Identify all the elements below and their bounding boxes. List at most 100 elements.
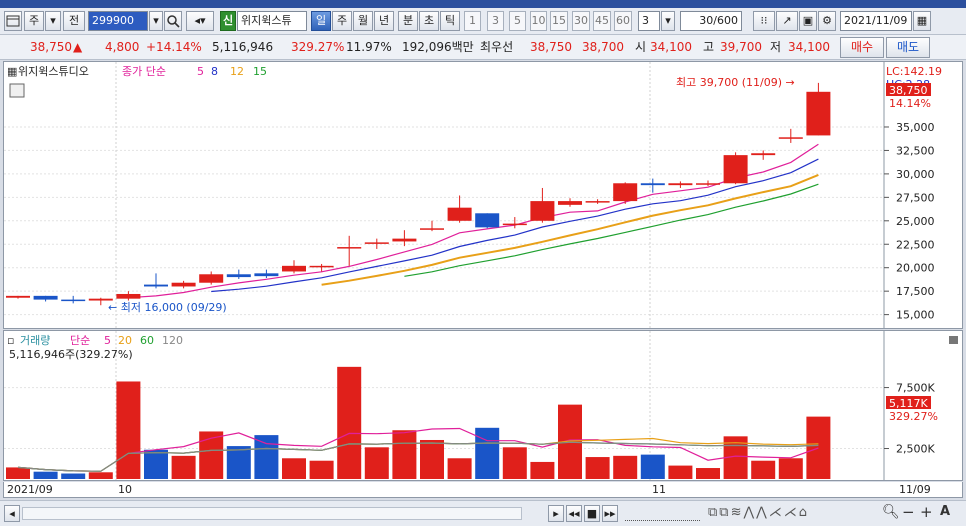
prev-button[interactable]: 전 — [63, 11, 85, 31]
ma-15-line — [404, 183, 819, 277]
vol-ma-120-label: 120 — [162, 334, 183, 347]
gear-icon[interactable]: ⚙ — [818, 11, 836, 31]
candle-body — [171, 282, 196, 287]
view-count: 30 — [699, 14, 714, 27]
x-label-11-09: 11/09 — [899, 483, 931, 496]
interval-30[interactable]: 30 — [572, 11, 590, 31]
sell-button[interactable]: 매도 — [886, 37, 930, 58]
interval-1[interactable]: 1 — [464, 11, 481, 31]
date-field[interactable]: 2021/11/09 — [840, 11, 912, 31]
count-select[interactable]: 3 — [638, 11, 660, 31]
volume-bar — [530, 461, 555, 479]
view-count-field[interactable]: 30/600 — [680, 11, 742, 31]
save-icon[interactable]: ▣ — [799, 11, 817, 31]
interval-5[interactable]: 5 — [509, 11, 526, 31]
speed-slider[interactable] — [625, 507, 700, 521]
period-tab-tick[interactable]: 틱 — [440, 11, 460, 31]
price-tick-label: 30,000 — [896, 168, 935, 181]
stock-name-field: 위지윅스튜 — [237, 11, 307, 31]
price-chart[interactable]: 35,000 32,500 30,000 27,500 25,000 22,500 20,0… — [4, 62, 962, 328]
high-label: 고 — [703, 40, 715, 54]
grid-toggle-icon[interactable] — [9, 83, 25, 98]
horizontal-scrollbar[interactable] — [22, 507, 522, 520]
interval-15[interactable]: 15 — [550, 11, 568, 31]
candle-body — [447, 207, 472, 221]
volume-title: 거래량 — [20, 334, 50, 347]
type-dropdown-icon[interactable]: ▾ — [45, 11, 61, 31]
stop-icon[interactable]: ■ — [584, 505, 600, 522]
period-tab-minute[interactable]: 분 — [398, 11, 418, 31]
candle-body — [696, 183, 720, 185]
panel-maximize-icon[interactable] — [949, 336, 958, 344]
volume-pct: 329.27% — [291, 40, 345, 54]
volume-bar — [337, 366, 362, 479]
stock-code-input[interactable]: 299900 — [88, 11, 148, 31]
panel-menu-icon[interactable]: ▦ — [7, 65, 17, 78]
calendar-icon[interactable]: ▦ — [913, 11, 931, 31]
volume-bar — [778, 458, 803, 479]
count-dropdown-icon[interactable]: ▾ — [661, 11, 675, 31]
play-icon[interactable]: ▸ — [548, 505, 564, 522]
candle-body — [144, 284, 168, 287]
candle-body — [751, 153, 776, 156]
trend-line-icon[interactable]: ↗ — [776, 11, 798, 31]
rewind-icon[interactable]: ◂◂ — [566, 505, 582, 522]
volume-bar — [806, 416, 831, 479]
vol-pct-tag: 329.27% — [889, 410, 938, 423]
interval-3[interactable]: 3 — [487, 11, 504, 31]
period-tab-month[interactable]: 월 — [353, 11, 373, 31]
code-dropdown-icon[interactable]: ▾ — [149, 11, 163, 31]
candle-body — [392, 238, 417, 242]
zoom-out-icon[interactable]: − — [902, 503, 915, 521]
open-label: 시 — [635, 40, 647, 54]
volume-chart[interactable]: 7,500K 2,500K ▫ 거래량 단순 5 20 60 120 5,116,… — [4, 331, 962, 480]
candle-body — [420, 228, 444, 230]
window-menu-icon[interactable] — [4, 11, 22, 31]
candle-body — [309, 265, 334, 268]
stock-label: 위지윅스튜디오 — [18, 65, 89, 78]
panel-menu-icon[interactable]: ▫ — [7, 334, 14, 347]
volume-bar — [144, 449, 168, 479]
trade-value: 192,096백만 — [402, 40, 474, 54]
interval-10[interactable]: 10 — [530, 11, 547, 31]
volume-bar — [254, 435, 279, 479]
price-tick-label: 32,500 — [896, 144, 935, 157]
bottom-toolbar: ◂ ▸ ◂◂ ■ ▸▸ ⧉⧉≋⋀⋀⋌⋌⌂ 🔍︎ − + A — [0, 500, 966, 526]
period-tab-day[interactable]: 일 — [311, 11, 331, 31]
chart-style-icon[interactable]: ⁝⁝ — [753, 11, 775, 31]
period-tab-year[interactable]: 년 — [374, 11, 394, 31]
ask-price: 38,750 — [530, 40, 572, 54]
candle-body — [723, 155, 748, 184]
scroll-left-icon[interactable]: ◂ — [4, 505, 20, 522]
zoom-in-icon[interactable]: + — [920, 503, 933, 521]
buy-button[interactable]: 매수 — [840, 37, 884, 58]
fast-forward-icon[interactable]: ▸▸ — [602, 505, 618, 522]
lc-label: LC:142.19 — [886, 65, 942, 78]
interval-45[interactable]: 45 — [593, 11, 611, 31]
candle-body — [530, 201, 555, 221]
price-change-pct: +14.14% — [146, 40, 202, 54]
vol-tag-text: 5,117K — [889, 397, 928, 410]
volume-bar — [6, 467, 30, 479]
search-icon[interactable] — [164, 11, 182, 31]
interval-60[interactable]: 60 — [614, 11, 632, 31]
price-chart-panel[interactable]: 35,000 32,500 30,000 27,500 25,000 22,500 20,0… — [3, 61, 963, 329]
candle-body — [558, 201, 582, 205]
bid-price: 38,700 — [582, 40, 624, 54]
sound-icon[interactable]: ◂▾ — [186, 11, 214, 31]
drawing-tools-icon[interactable]: ⧉⧉≋⋀⋀⋌⋌⌂ — [708, 505, 809, 520]
zoom-icon[interactable]: 🔍︎ — [882, 504, 900, 520]
type-button[interactable]: 주 — [24, 11, 44, 31]
volume-chart-panel[interactable]: 7,500K 2,500K ▫ 거래량 단순 5 20 60 120 5,116,… — [3, 330, 963, 481]
text-size-icon[interactable]: A — [940, 504, 950, 519]
period-tab-week[interactable]: 주 — [332, 11, 352, 31]
new-badge: 신 — [220, 11, 236, 31]
x-label-11: 11 — [652, 483, 666, 496]
candle-body — [282, 265, 306, 272]
volume-bar — [116, 381, 141, 479]
volume-bar — [502, 447, 527, 479]
low-price: 34,100 — [788, 40, 830, 54]
last-price-tag-text: 38,750 — [889, 84, 928, 97]
x-label-10: 10 — [118, 483, 132, 496]
period-tab-second[interactable]: 초 — [419, 11, 439, 31]
